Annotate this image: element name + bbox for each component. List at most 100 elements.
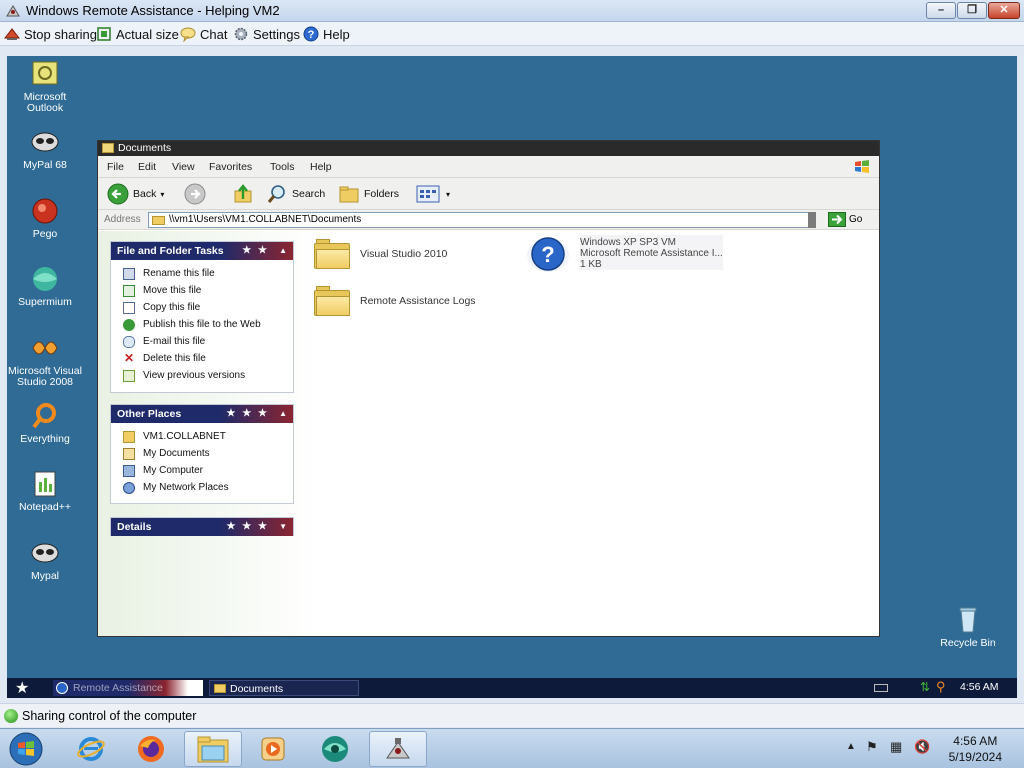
volume-muted-icon[interactable]: 🔇 bbox=[914, 739, 930, 755]
star-start-icon[interactable]: ★ bbox=[15, 678, 29, 698]
help-button[interactable]: ? Help bbox=[303, 25, 350, 43]
address-value: \\vm1\Users\VM1.COLLABNET\Documents bbox=[169, 214, 362, 225]
up-folder-icon bbox=[234, 184, 252, 203]
other-places-header[interactable]: Other Places ★ ★ ★ ▲ bbox=[111, 405, 293, 423]
desktop-icon-everything[interactable]: Everything bbox=[7, 402, 83, 445]
back-label: Back bbox=[133, 188, 157, 200]
menu-tools[interactable]: Tools bbox=[270, 161, 295, 173]
start-button[interactable] bbox=[0, 731, 52, 767]
views-button[interactable]: ▾ bbox=[416, 183, 450, 205]
email-icon bbox=[123, 335, 135, 348]
task-copy[interactable]: Copy this file bbox=[111, 299, 293, 316]
system-clock[interactable]: 4:56 AM 5/19/2024 bbox=[949, 733, 1002, 765]
minimize-button[interactable]: – bbox=[926, 2, 956, 19]
pego-icon bbox=[29, 197, 61, 225]
task-email[interactable]: E-mail this file bbox=[111, 333, 293, 350]
go-button[interactable]: Go bbox=[828, 212, 862, 227]
stars-decoration-icon: ★ ★ ★ bbox=[226, 408, 269, 419]
taskbar-supermium[interactable] bbox=[306, 731, 364, 767]
taskbar-ie[interactable] bbox=[62, 731, 120, 767]
taskbar-explorer[interactable] bbox=[184, 731, 242, 767]
search-tray-icon[interactable]: ⚲ bbox=[936, 679, 946, 695]
menu-view[interactable]: View bbox=[172, 161, 195, 173]
stop-sharing-button[interactable]: Stop sharing bbox=[4, 25, 97, 43]
settings-button[interactable]: Settings bbox=[233, 25, 300, 43]
menu-favorites[interactable]: Favorites bbox=[209, 161, 252, 173]
remote-assistance-icon bbox=[6, 5, 20, 17]
details-header[interactable]: Details ★ ★ ★ ▼ bbox=[111, 518, 293, 536]
show-hidden-icons[interactable]: ▲ bbox=[846, 741, 856, 752]
my-documents-icon bbox=[123, 447, 135, 460]
desktop-icon-notepadpp[interactable]: Notepad++ bbox=[7, 470, 83, 513]
menu-file[interactable]: File bbox=[107, 161, 124, 173]
back-button[interactable]: Back ▾ bbox=[107, 183, 164, 205]
stars-decoration-icon: ★ ★ ★ bbox=[226, 521, 269, 532]
menu-edit[interactable]: Edit bbox=[138, 161, 156, 173]
desktop-icon-supermium[interactable]: Supermium bbox=[7, 265, 83, 308]
task-label: Rename this file bbox=[143, 268, 215, 279]
chat-button[interactable]: Chat bbox=[180, 25, 227, 43]
dropdown-arrow-icon: ▾ bbox=[160, 189, 165, 199]
search-button[interactable]: Search bbox=[266, 183, 325, 205]
desktop-icon-mypal[interactable]: Mypal bbox=[7, 539, 83, 582]
desktop-icon-pego[interactable]: Pego bbox=[7, 197, 83, 240]
place-my-network-places[interactable]: My Network Places bbox=[111, 479, 293, 496]
close-button[interactable]: ✕ bbox=[988, 2, 1020, 19]
actual-size-button[interactable]: Actual size bbox=[96, 25, 179, 43]
address-dropdown-icon[interactable] bbox=[808, 212, 816, 228]
desktop-icon-outlook[interactable]: Microsoft Outlook bbox=[7, 60, 83, 114]
actual-size-icon bbox=[97, 27, 111, 41]
keyboard-icon[interactable] bbox=[874, 684, 888, 692]
address-input[interactable]: \\vm1\Users\VM1.COLLABNET\Documents bbox=[148, 212, 816, 228]
task-rename[interactable]: Rename this file bbox=[111, 265, 293, 282]
network-icon[interactable]: ▦ bbox=[890, 739, 902, 755]
desktop-icon-visual-studio[interactable]: Microsoft Visual Studio 2008 bbox=[7, 334, 83, 388]
clock-date: 5/19/2024 bbox=[948, 750, 1002, 764]
network-tray-icon[interactable]: ⇅ bbox=[920, 680, 930, 694]
delete-icon: ✕ bbox=[123, 350, 135, 365]
stop-sharing-icon bbox=[4, 28, 20, 40]
up-folder-button[interactable] bbox=[232, 183, 254, 205]
taskbar-item-remote-assistance[interactable]: Remote Assistance bbox=[53, 680, 203, 696]
visual-studio-icon bbox=[29, 334, 61, 362]
task-publish[interactable]: Publish this file to the Web bbox=[111, 316, 293, 333]
folder-item-remote-assistance-logs[interactable]: Remote Assistance Logs bbox=[314, 286, 476, 316]
desktop-icon-mypal68[interactable]: MyPal 68 bbox=[7, 128, 83, 171]
clock-time: 4:56 AM bbox=[953, 734, 998, 748]
details-panel: Details ★ ★ ★ ▼ bbox=[110, 517, 294, 536]
folders-button[interactable]: Folders bbox=[338, 183, 399, 205]
computer-icon bbox=[123, 464, 135, 477]
address-bar: Address \\vm1\Users\VM1.COLLABNET\Docume… bbox=[98, 210, 879, 230]
maximize-button[interactable]: ❐ bbox=[957, 2, 987, 19]
place-my-computer[interactable]: My Computer bbox=[111, 462, 293, 479]
folder-icon bbox=[314, 239, 350, 269]
place-vm1-collabnet[interactable]: VM1.COLLABNET bbox=[111, 428, 293, 445]
taskbar-remote-assistance[interactable] bbox=[369, 731, 427, 767]
desktop-icon-recycle-bin[interactable]: Recycle Bin bbox=[930, 606, 1006, 649]
taskbar-item-documents[interactable]: Documents bbox=[209, 680, 359, 696]
folder-name: Remote Assistance Logs bbox=[360, 295, 476, 307]
task-previous-versions[interactable]: View previous versions bbox=[111, 367, 293, 384]
task-delete[interactable]: ✕ Delete this file bbox=[111, 350, 293, 367]
help-icon: ? bbox=[303, 26, 319, 42]
previous-versions-icon bbox=[123, 369, 135, 382]
host-taskbar: ▲ ⚑ ▦ 🔇 4:56 AM 5/19/2024 bbox=[0, 728, 1024, 768]
task-move[interactable]: Move this file bbox=[111, 282, 293, 299]
file-tasks-header[interactable]: File and Folder Tasks ★ ★ ▲ bbox=[111, 242, 293, 260]
ra-invitation-file[interactable]: ? Windows XP SP3 VM Microsoft Remote Ass… bbox=[526, 235, 723, 273]
taskbar-firefox[interactable] bbox=[122, 731, 180, 767]
desktop-icon-label: Notepad++ bbox=[19, 501, 71, 513]
taskbar-media-player[interactable] bbox=[244, 731, 302, 767]
desktop-icon-label: Mypal bbox=[30, 570, 59, 582]
search-icon bbox=[267, 185, 285, 203]
firefox-icon bbox=[138, 736, 164, 762]
remote-desktop[interactable]: Microsoft Outlook MyPal 68 Pego Supermiu… bbox=[7, 56, 1017, 698]
folder-icon bbox=[123, 430, 135, 443]
forward-button[interactable] bbox=[184, 183, 206, 205]
folder-item-visual-studio[interactable]: Visual Studio 2010 bbox=[314, 239, 447, 269]
svg-text:?: ? bbox=[308, 29, 315, 41]
menu-help[interactable]: Help bbox=[310, 161, 332, 173]
settings-label: Settings bbox=[253, 26, 300, 42]
action-center-flag-icon[interactable]: ⚑ bbox=[866, 739, 878, 755]
place-my-documents[interactable]: My Documents bbox=[111, 445, 293, 462]
